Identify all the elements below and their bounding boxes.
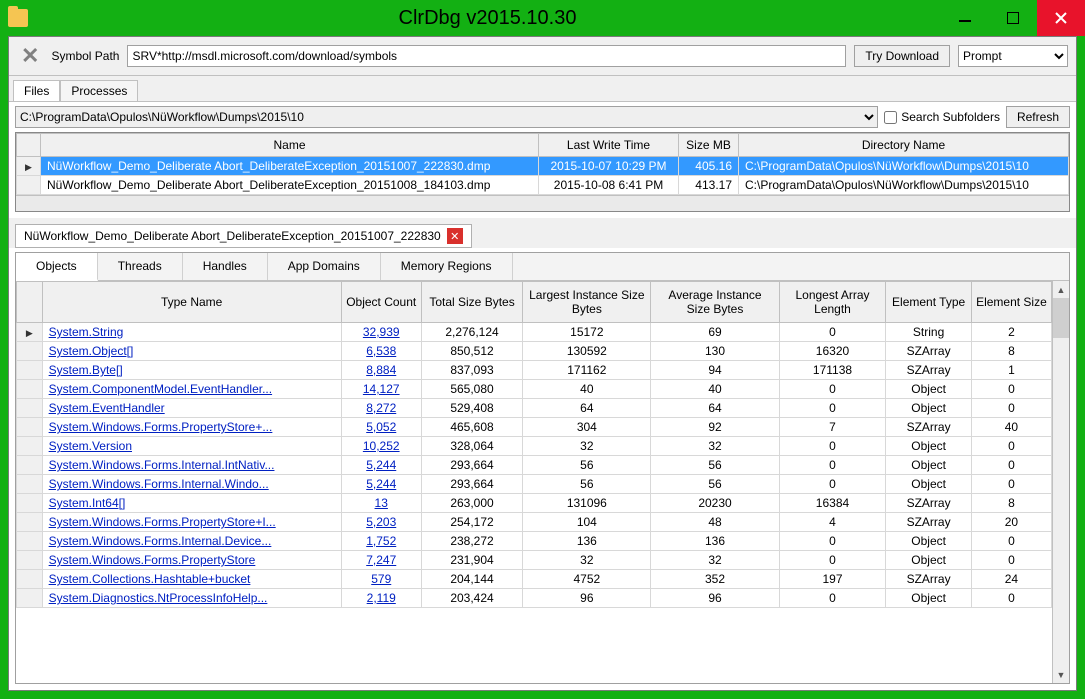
table-row[interactable]: System.Version 10,252 328,064 32 32 0 Ob… bbox=[17, 437, 1052, 456]
count-link[interactable]: 13 bbox=[375, 496, 388, 510]
type-link[interactable]: System.Windows.Forms.PropertyStore+I... bbox=[49, 515, 276, 529]
table-row[interactable]: NüWorkflow_Demo_Deliberate Abort_Deliber… bbox=[17, 157, 1069, 176]
try-download-button[interactable]: Try Download bbox=[854, 45, 950, 67]
directory-select[interactable]: C:\ProgramData\Opulos\NüWorkflow\Dumps\2… bbox=[15, 106, 878, 128]
type-link[interactable]: System.Byte[] bbox=[49, 363, 123, 377]
type-link[interactable]: System.String bbox=[49, 325, 124, 339]
inspector-panel: Objects Threads Handles App Domains Memo… bbox=[15, 252, 1070, 684]
col-typename[interactable]: Type Name bbox=[42, 282, 341, 323]
table-row[interactable]: NüWorkflow_Demo_Deliberate Abort_Deliber… bbox=[17, 176, 1069, 195]
col-esize[interactable]: Element Size bbox=[971, 282, 1051, 323]
dump-tab-label: NüWorkflow_Demo_Deliberate Abort_Deliber… bbox=[24, 229, 441, 243]
type-link[interactable]: System.Windows.Forms.Internal.Device... bbox=[49, 534, 272, 548]
col-name[interactable]: Name bbox=[41, 134, 539, 157]
inspector-tabstrip: Objects Threads Handles App Domains Memo… bbox=[16, 253, 1069, 281]
count-link[interactable]: 10,252 bbox=[363, 439, 400, 453]
tab-appdomains[interactable]: App Domains bbox=[268, 253, 381, 280]
symbol-toolbar: ✕ Symbol Path Try Download Prompt bbox=[9, 37, 1076, 76]
type-link[interactable]: System.Windows.Forms.Internal.Windo... bbox=[49, 477, 269, 491]
files-grid[interactable]: Name Last Write Time Size MB Directory N… bbox=[15, 132, 1070, 212]
clear-icon[interactable]: ✕ bbox=[17, 43, 43, 69]
col-arrlen[interactable]: Longest Array Length bbox=[779, 282, 886, 323]
objects-grid[interactable]: Type Name Object Count Total Size Bytes … bbox=[16, 281, 1052, 608]
type-link[interactable]: System.Object[] bbox=[49, 344, 134, 358]
type-link[interactable]: System.ComponentModel.EventHandler... bbox=[49, 382, 272, 396]
count-link[interactable]: 579 bbox=[371, 572, 391, 586]
count-link[interactable]: 6,538 bbox=[366, 344, 396, 358]
tab-handles[interactable]: Handles bbox=[183, 253, 268, 280]
count-link[interactable]: 14,127 bbox=[363, 382, 400, 396]
type-link[interactable]: System.Windows.Forms.PropertyStore+... bbox=[49, 420, 273, 434]
table-row[interactable]: System.Byte[] 8,884 837,093 171162 94 17… bbox=[17, 361, 1052, 380]
dump-tab[interactable]: NüWorkflow_Demo_Deliberate Abort_Deliber… bbox=[15, 224, 472, 248]
col-largest[interactable]: Largest Instance Size Bytes bbox=[523, 282, 651, 323]
tab-threads[interactable]: Threads bbox=[98, 253, 183, 280]
table-row[interactable]: System.Int64[] 13 263,000 131096 20230 1… bbox=[17, 494, 1052, 513]
count-link[interactable]: 1,752 bbox=[366, 534, 396, 548]
symbol-path-label: Symbol Path bbox=[51, 49, 119, 63]
type-link[interactable]: System.Diagnostics.NtProcessInfoHelp... bbox=[49, 591, 268, 605]
col-size[interactable]: Size MB bbox=[679, 134, 739, 157]
count-link[interactable]: 8,272 bbox=[366, 401, 396, 415]
table-row[interactable]: System.Object[] 6,538 850,512 130592 130… bbox=[17, 342, 1052, 361]
count-link[interactable]: 5,052 bbox=[366, 420, 396, 434]
titlebar[interactable]: ClrDbg v2015.10.30 bbox=[0, 0, 1085, 36]
table-row[interactable]: System.Windows.Forms.PropertyStore+... 5… bbox=[17, 418, 1052, 437]
table-row[interactable]: System.Windows.Forms.PropertyStore+I... … bbox=[17, 513, 1052, 532]
close-button[interactable] bbox=[1037, 0, 1085, 36]
type-link[interactable]: System.Windows.Forms.Internal.IntNativ..… bbox=[49, 458, 275, 472]
count-link[interactable]: 5,244 bbox=[366, 458, 396, 472]
table-row[interactable]: System.EventHandler 8,272 529,408 64 64 … bbox=[17, 399, 1052, 418]
col-dir[interactable]: Directory Name bbox=[739, 134, 1069, 157]
type-link[interactable]: System.Int64[] bbox=[49, 496, 126, 510]
dump-tab-close-icon[interactable]: ✕ bbox=[447, 228, 463, 244]
table-row[interactable]: System.Collections.Hashtable+bucket 579 … bbox=[17, 570, 1052, 589]
vertical-scrollbar[interactable]: ▲▼ bbox=[1052, 281, 1069, 683]
table-row[interactable]: System.String 32,939 2,276,124 15172 69 … bbox=[17, 323, 1052, 342]
type-link[interactable]: System.Version bbox=[49, 439, 132, 453]
type-link[interactable]: System.EventHandler bbox=[49, 401, 165, 415]
path-row: C:\ProgramData\Opulos\NüWorkflow\Dumps\2… bbox=[9, 102, 1076, 132]
window-title: ClrDbg v2015.10.30 bbox=[34, 7, 941, 30]
table-row[interactable]: System.Windows.Forms.Internal.Windo... 5… bbox=[17, 475, 1052, 494]
table-row[interactable]: System.Diagnostics.NtProcessInfoHelp... … bbox=[17, 589, 1052, 608]
top-tabstrip: Files Processes bbox=[9, 76, 1076, 102]
count-link[interactable]: 32,939 bbox=[363, 325, 400, 339]
count-link[interactable]: 2,119 bbox=[367, 591, 396, 605]
tab-processes[interactable]: Processes bbox=[60, 80, 138, 101]
minimize-button[interactable] bbox=[941, 0, 989, 36]
search-subfolders-checkbox[interactable]: Search Subfolders bbox=[884, 110, 1000, 124]
app-icon bbox=[8, 9, 28, 27]
count-link[interactable]: 5,203 bbox=[366, 515, 396, 529]
table-row[interactable]: System.Windows.Forms.Internal.IntNativ..… bbox=[17, 456, 1052, 475]
col-avg[interactable]: Average Instance Size Bytes bbox=[651, 282, 779, 323]
dump-tabstrip: NüWorkflow_Demo_Deliberate Abort_Deliber… bbox=[9, 218, 1076, 248]
table-row[interactable]: System.Windows.Forms.PropertyStore 7,247… bbox=[17, 551, 1052, 570]
maximize-button[interactable] bbox=[989, 0, 1037, 36]
tab-objects[interactable]: Objects bbox=[16, 253, 98, 281]
table-row[interactable]: System.ComponentModel.EventHandler... 14… bbox=[17, 380, 1052, 399]
tab-files[interactable]: Files bbox=[13, 80, 60, 101]
refresh-button[interactable]: Refresh bbox=[1006, 106, 1070, 128]
count-link[interactable]: 8,884 bbox=[366, 363, 396, 377]
col-etype[interactable]: Element Type bbox=[886, 282, 971, 323]
tab-memory-regions[interactable]: Memory Regions bbox=[381, 253, 513, 280]
col-totalsize[interactable]: Total Size Bytes bbox=[421, 282, 522, 323]
prompt-select[interactable]: Prompt bbox=[958, 45, 1068, 67]
count-link[interactable]: 5,244 bbox=[366, 477, 396, 491]
col-lastwrite[interactable]: Last Write Time bbox=[539, 134, 679, 157]
count-link[interactable]: 7,247 bbox=[366, 553, 396, 567]
type-link[interactable]: System.Windows.Forms.PropertyStore bbox=[49, 553, 256, 567]
col-count[interactable]: Object Count bbox=[341, 282, 421, 323]
table-row[interactable]: System.Windows.Forms.Internal.Device... … bbox=[17, 532, 1052, 551]
symbol-path-input[interactable] bbox=[127, 45, 846, 67]
type-link[interactable]: System.Collections.Hashtable+bucket bbox=[49, 572, 251, 586]
